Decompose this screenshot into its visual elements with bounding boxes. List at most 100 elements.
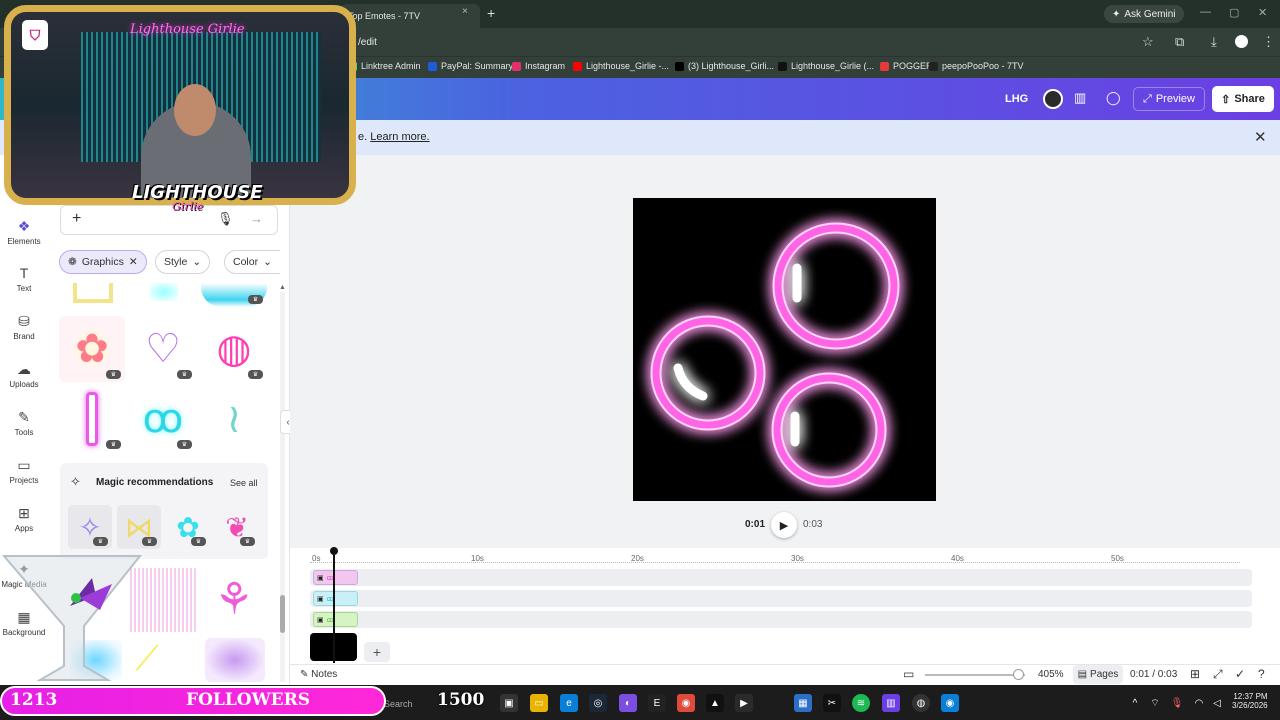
graphic-tile-neon-flower[interactable]: ✿ ♛ (59, 316, 125, 382)
bookmark-item[interactable]: Instagram (512, 61, 565, 71)
maximize-icon[interactable]: ▢ (1229, 6, 1239, 19)
timeline-track[interactable] (310, 590, 1252, 607)
close-icon[interactable]: ✕ (129, 256, 138, 268)
amd-icon[interactable]: ▲ (706, 694, 724, 712)
sidebar-item-uploads[interactable]: ☁ Uploads (0, 362, 48, 389)
zoom-level[interactable]: 405% (1038, 669, 1064, 680)
bookmark-item[interactable]: Linktree Admin (348, 61, 421, 71)
learn-more-link[interactable]: Learn more. (370, 131, 429, 143)
steam-icon[interactable]: ◎ (589, 694, 607, 712)
timeline-clip-green[interactable]: ▣ ꝏ (313, 612, 358, 627)
arrow-right-icon[interactable]: → (250, 211, 263, 226)
magic-tile-butterfly[interactable]: ❦ ♛ (215, 505, 259, 549)
obs-icon[interactable]: ◍ (912, 694, 930, 712)
taskbar-search[interactable]: Search (384, 699, 413, 709)
play-button[interactable]: ▶ (771, 512, 797, 538)
download-icon[interactable]: ⤓ (1211, 34, 1217, 50)
share-button[interactable]: ⇧ Share (1212, 86, 1274, 112)
browser-profile-icon[interactable]: ◉ (941, 694, 959, 712)
timeline-clip-cyan[interactable]: ▣ ꝏ (313, 591, 358, 606)
playhead[interactable] (333, 550, 335, 663)
plus-icon[interactable]: + (72, 210, 81, 228)
edge-icon[interactable]: e (560, 694, 578, 712)
insights-chart-icon[interactable]: ▥ (1074, 90, 1086, 106)
network-icon[interactable]: ⌔ (1146, 694, 1164, 712)
timeline-track[interactable] (310, 569, 1252, 586)
close-window-icon[interactable]: ✕ (1258, 6, 1267, 19)
fullscreen-icon[interactable]: ⤢ (1213, 667, 1223, 682)
new-tab-button[interactable]: + (487, 5, 495, 21)
sidebar-item-tools[interactable]: ✎ Tools (0, 410, 48, 437)
browser-tab-7tv[interactable]: Top Emotes - 7TV (340, 4, 480, 28)
graphic-tile-purple-cloud[interactable] (205, 638, 265, 682)
avatar[interactable] (1043, 89, 1063, 109)
zoom-slider[interactable] (925, 674, 1025, 676)
pages-button[interactable]: ▤ Pages (1073, 665, 1123, 684)
timeline-clip-pink[interactable]: ▣ ꝏ (313, 570, 358, 585)
spotify-icon[interactable]: ≋ (852, 694, 870, 712)
graphic-tile-wavy-line[interactable]: ≀ (201, 386, 267, 452)
comment-icon[interactable]: ◯ (1106, 90, 1121, 106)
minimize-icon[interactable]: — (1200, 6, 1211, 18)
sidebar-item-apps[interactable]: ⊞ Apps (0, 506, 48, 533)
wifi-icon[interactable]: ◠ (1190, 694, 1208, 712)
graphic-tile-neon-bubbles[interactable]: ꝏ ♛ (130, 386, 196, 452)
capcut-icon[interactable]: ✂ (823, 694, 841, 712)
bookmark-item[interactable]: Lighthouse_Girlie (... (778, 61, 874, 71)
discord-icon[interactable]: ◐ (619, 694, 637, 712)
twitch-icon[interactable]: ▥ (882, 694, 900, 712)
filter-chip-color[interactable]: Color ⌄ (224, 250, 280, 274)
graphic-tile-neon-rose[interactable]: ⚘ (201, 566, 267, 632)
task-view-icon[interactable]: ▣ (500, 694, 518, 712)
graphic-tile-neon-bar[interactable]: ♛ (59, 386, 125, 452)
epic-games-icon[interactable]: E (648, 694, 666, 712)
calculator-icon[interactable]: ▦ (794, 694, 812, 712)
design-canvas[interactable] (633, 198, 936, 501)
magic-tile-flower[interactable]: ✿ ♛ (166, 505, 210, 549)
zoom-slider-handle[interactable] (1013, 669, 1024, 680)
graphic-tile-disco-ball[interactable]: ◍ ♛ (201, 316, 267, 382)
ask-gemini-button[interactable]: ✦ Ask Gemini (1104, 5, 1184, 23)
bookmark-item[interactable]: peepoPooPoo - 7TV (929, 61, 1024, 71)
timer-icon[interactable]: ▭ (903, 667, 914, 681)
team-initials[interactable]: LHG (1005, 93, 1028, 105)
sidebar-item-projects[interactable]: ▭ Projects (0, 458, 48, 485)
add-page-button[interactable]: + (364, 642, 390, 662)
timeline-track[interactable] (310, 611, 1252, 628)
cast-icon[interactable]: ⧉ (1175, 34, 1184, 50)
media-player-icon[interactable]: ▶ (735, 694, 753, 712)
help-icon[interactable]: ? (1258, 667, 1265, 681)
volume-icon[interactable]: ◁ (1208, 694, 1226, 712)
graphic-tile-neon-hearts[interactable]: ♡ ♛ (130, 316, 196, 382)
sidebar-item-text[interactable]: T Text (0, 266, 48, 293)
preview-button[interactable]: ⤢ Preview (1133, 87, 1205, 111)
bookmark-item[interactable]: PayPal: Summary (428, 61, 513, 71)
notes-button[interactable]: ✎ Notes (300, 669, 337, 680)
magic-tile-star[interactable]: ✧ ♛ (68, 505, 112, 549)
see-all-link[interactable]: See all (230, 478, 258, 488)
file-explorer-icon[interactable]: ▭ (530, 694, 548, 712)
check-icon[interactable]: ✓ (1235, 667, 1245, 681)
graphic-tile-blue-glow[interactable]: ♛ (201, 283, 267, 307)
grid-view-icon[interactable]: ⊞ (1190, 667, 1200, 681)
bookmark-item[interactable]: (3) Lighthouse_Girli... (675, 61, 774, 71)
magic-tile-bow[interactable]: ⋈ ♛ (117, 505, 161, 549)
sidebar-item-elements[interactable]: ❖ Elements (0, 219, 48, 246)
url-field[interactable]: /edit (358, 37, 377, 48)
filter-chip-style[interactable]: Style ⌄ (155, 250, 211, 274)
graphic-tile-yellow-crown[interactable] (73, 283, 113, 303)
browser-menu-icon[interactable]: ⋮ (1262, 34, 1275, 50)
tray-chevron-icon[interactable]: ^ (1126, 694, 1144, 712)
bookmark-star-icon[interactable]: ☆ (1142, 34, 1154, 50)
microphone-icon[interactable]: 🎙︎ (217, 211, 234, 227)
panel-scroll-thumb[interactable] (280, 595, 285, 633)
bookmark-item[interactable]: Lighthouse_Girlie -... (573, 61, 669, 71)
chrome-icon[interactable]: ◉ (677, 694, 695, 712)
elements-search-input[interactable] (60, 205, 278, 235)
profile-avatar-icon[interactable] (1235, 35, 1248, 48)
microphone-tray-icon[interactable]: 🎙︎ (1168, 694, 1186, 712)
tab-close-icon[interactable]: × (462, 6, 468, 17)
filter-chip-graphics[interactable]: ❁ Graphics ✕ (59, 250, 147, 274)
close-icon[interactable]: ✕ (1254, 128, 1267, 146)
graphic-tile-cyan-heart[interactable] (150, 283, 178, 301)
